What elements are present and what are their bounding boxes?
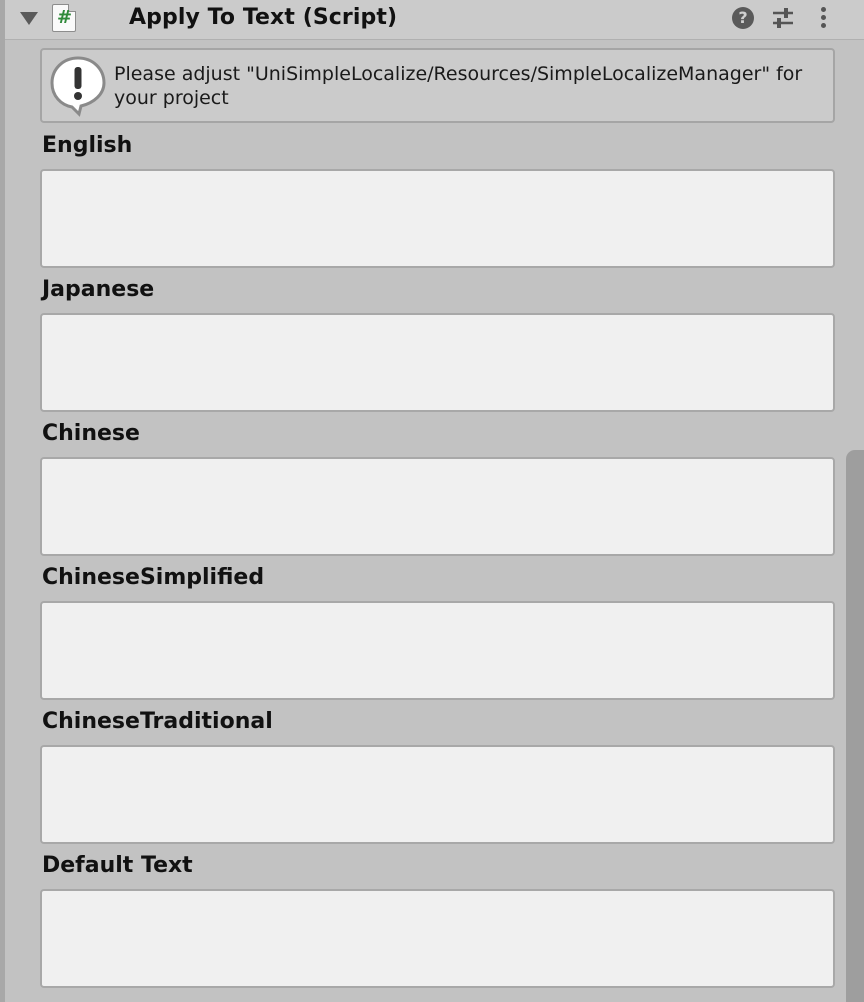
component-header[interactable]: # Apply To Text (Script) ? bbox=[5, 0, 864, 40]
panel-left-edge bbox=[0, 0, 5, 1002]
field-label-chinese: Chinese bbox=[42, 421, 140, 446]
foldout-arrow-icon[interactable] bbox=[20, 12, 38, 25]
default-text-area[interactable] bbox=[40, 889, 835, 988]
presets-icon[interactable] bbox=[771, 7, 795, 29]
field-label-chinese-traditional: ChineseTraditional bbox=[42, 709, 273, 734]
english-text-area[interactable] bbox=[40, 169, 835, 268]
vertical-scrollbar[interactable] bbox=[846, 450, 864, 1002]
script-icon: # bbox=[52, 4, 76, 32]
japanese-text-area[interactable] bbox=[40, 313, 835, 412]
field-label-japanese: Japanese bbox=[42, 277, 155, 302]
field-label-default-text: Default Text bbox=[42, 853, 193, 878]
helpbox-message: Please adjust "UniSimpleLocalize/Resourc… bbox=[114, 63, 803, 109]
chinese-text-area[interactable] bbox=[40, 457, 835, 556]
context-menu-icon[interactable] bbox=[817, 6, 829, 32]
component-title: Apply To Text (Script) bbox=[129, 5, 398, 30]
warning-icon bbox=[50, 56, 106, 117]
chinese-simplified-text-area[interactable] bbox=[40, 601, 835, 700]
field-label-chinese-simplified: ChineseSimplified bbox=[42, 565, 265, 590]
script-icon-hash: # bbox=[57, 7, 73, 28]
field-label-english: English bbox=[42, 133, 133, 158]
warning-helpbox: Please adjust "UniSimpleLocalize/Resourc… bbox=[40, 48, 835, 123]
help-icon[interactable]: ? bbox=[732, 7, 754, 29]
chinese-traditional-text-area[interactable] bbox=[40, 745, 835, 844]
